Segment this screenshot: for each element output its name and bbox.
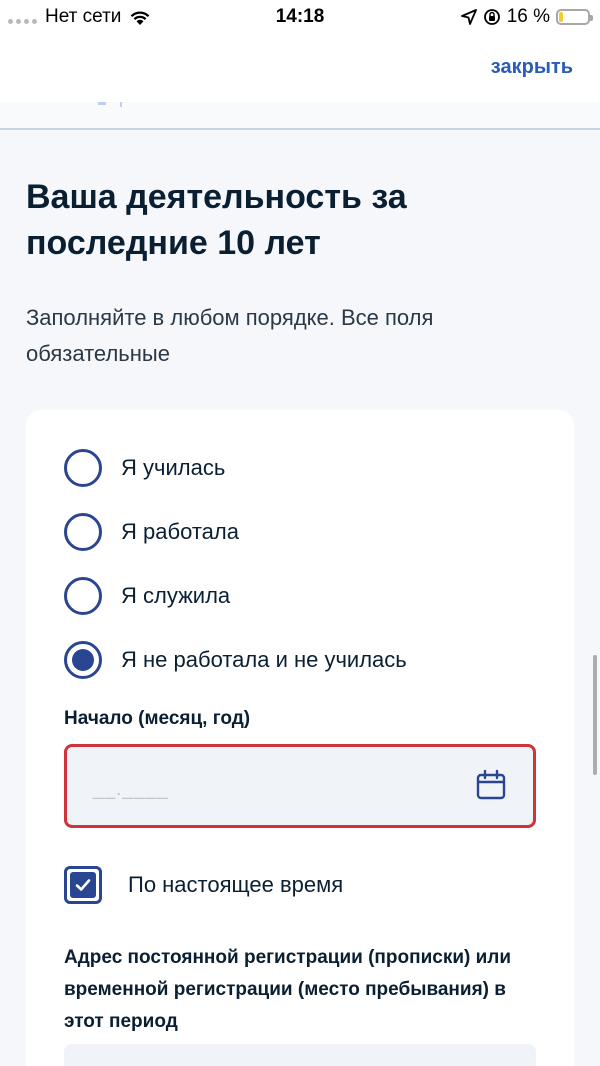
start-date-placeholder: __.____	[93, 779, 169, 800]
radio-button[interactable]	[64, 577, 102, 615]
activity-radio-group: Я училась Я работала Я служила Я не рабо…	[64, 448, 407, 704]
radio-selected-dot	[72, 649, 94, 671]
battery-icon	[556, 9, 593, 25]
location-arrow-icon	[460, 9, 477, 25]
start-date-label: Начало (месяц, год)	[64, 708, 251, 729]
radio-label: Я работала	[121, 519, 239, 544]
radio-option-worked[interactable]: Я работала	[64, 512, 407, 552]
to-present-checkbox-row[interactable]: По настоящее время	[64, 866, 343, 904]
address-label: Адрес постоянной регистрации (прописки) …	[64, 947, 512, 1032]
checkbox-checked	[70, 872, 96, 898]
calendar-icon[interactable]	[475, 769, 507, 801]
scrollbar[interactable]	[593, 655, 597, 775]
strip-marks	[98, 102, 122, 107]
to-present-checkbox[interactable]	[64, 866, 102, 904]
radio-label: Я служила	[121, 583, 231, 608]
address-input[interactable]	[64, 1044, 536, 1066]
radio-option-not-working[interactable]: Я не работала и не училась	[64, 640, 407, 680]
activity-card: Я училась Я работала Я служила Я не рабо…	[26, 410, 574, 1066]
status-right: 16 %	[460, 6, 593, 28]
progress-strip	[0, 102, 600, 128]
check-icon	[75, 879, 91, 891]
rotation-lock-icon	[483, 9, 500, 25]
start-date-input[interactable]: __.____	[64, 744, 536, 828]
radio-option-served[interactable]: Я служила	[64, 576, 407, 616]
main-content: Ваша деятельность за последние 10 лет За…	[0, 130, 600, 1066]
radio-button-selected[interactable]	[64, 641, 102, 679]
radio-button[interactable]	[64, 449, 102, 487]
radio-label: Я училась	[121, 455, 226, 480]
nav-header: закрыть	[0, 36, 600, 102]
page-subtitle: Заполняйте в любом порядке. Все поля обя…	[26, 305, 434, 366]
battery-level	[559, 12, 564, 22]
to-present-label: По настоящее время	[128, 872, 344, 897]
radio-option-studied[interactable]: Я училась	[64, 448, 407, 488]
status-bar: Нет сети 14:18 16 %	[0, 0, 600, 36]
battery-percent: 16 %	[506, 6, 550, 27]
radio-button[interactable]	[64, 513, 102, 551]
radio-label: Я не работала и не училась	[121, 647, 407, 672]
close-button[interactable]: закрыть	[491, 56, 573, 79]
page-title: Ваша деятельность за последние 10 лет	[26, 178, 407, 262]
